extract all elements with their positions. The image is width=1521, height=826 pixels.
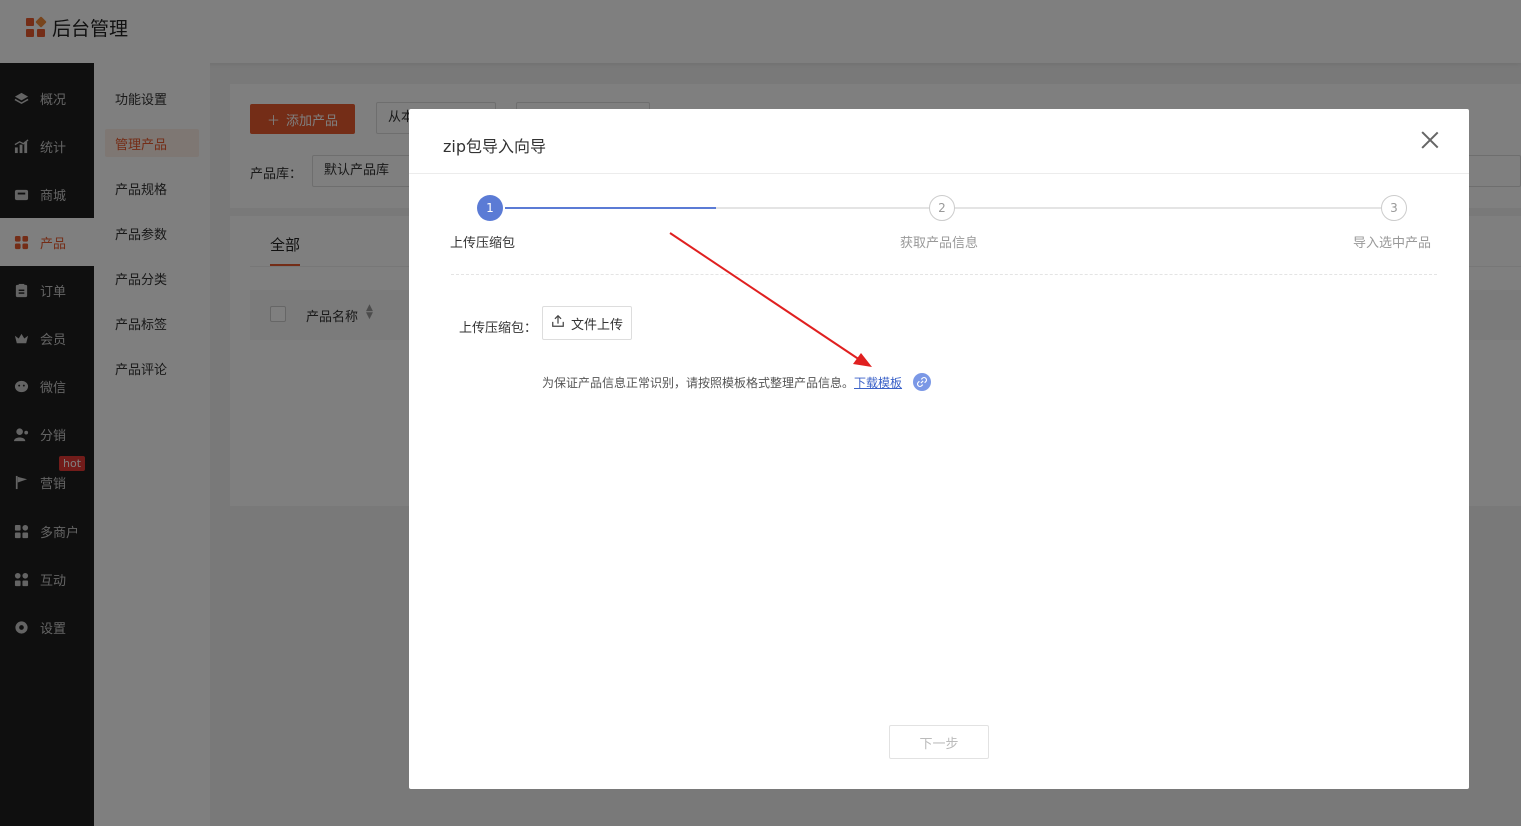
upload-zip-label: 上传压缩包：	[459, 321, 538, 336]
close-icon[interactable]	[1421, 131, 1439, 149]
step-2-circle: 2	[929, 195, 955, 221]
zip-import-wizard-modal: zip包导入向导 1 2 3 上传压缩包 获取产品信息 导入选中产品 上传压缩包…	[409, 109, 1469, 789]
step-progress	[505, 207, 716, 209]
step-1-circle: 1	[477, 195, 503, 221]
next-step-button[interactable]: 下一步	[889, 725, 989, 759]
step-3-label: 导入选中产品	[1353, 236, 1432, 251]
template-hint: 为保证产品信息正常识别，请按照模板格式整理产品信息。 下载模板	[542, 373, 932, 391]
file-upload-button[interactable]: 文件上传	[542, 306, 632, 340]
modal-title: zip包导入向导	[443, 137, 547, 156]
link-icon[interactable]	[913, 373, 932, 391]
step-1-label: 上传压缩包	[450, 236, 516, 251]
upload-icon	[551, 314, 565, 332]
hint-text: 为保证产品信息正常识别，请按照模板格式整理产品信息。	[542, 375, 855, 390]
download-template-link[interactable]: 下载模板	[854, 374, 902, 391]
modal-header-divider	[409, 173, 1469, 174]
file-upload-label: 文件上传	[570, 317, 623, 333]
step-2-label: 获取产品信息	[900, 236, 979, 251]
steps-divider	[451, 274, 1437, 275]
step-3-circle: 3	[1381, 195, 1407, 221]
